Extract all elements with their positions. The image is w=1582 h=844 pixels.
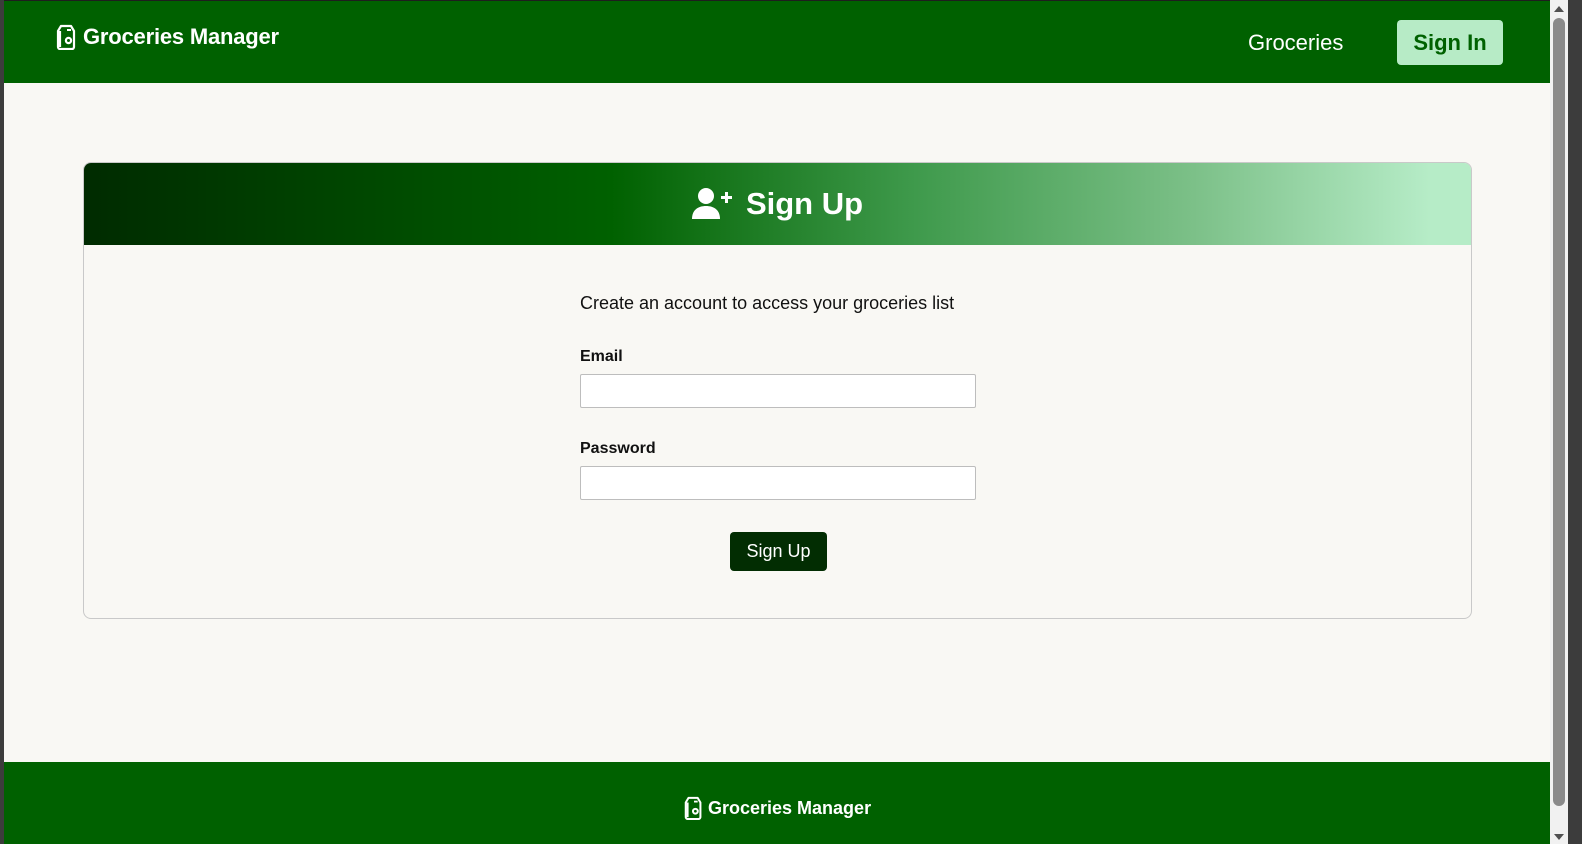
scrollbar-thumb[interactable] (1553, 18, 1565, 806)
email-field[interactable] (580, 374, 976, 408)
footer: Groceries Manager (4, 762, 1550, 844)
brand-link[interactable]: Groceries Manager (55, 24, 279, 50)
signup-card-header: Sign Up (84, 163, 1471, 245)
sign-up-submit-button[interactable]: Sign Up (730, 532, 827, 571)
footer-brand-title: Groceries Manager (708, 797, 872, 818)
signup-intro-text: Create an account to access your groceri… (580, 293, 955, 313)
nav-link-groceries[interactable]: Groceries (1248, 30, 1343, 56)
signup-card: Sign Up Create an account to access your… (83, 162, 1472, 619)
vertical-scrollbar[interactable] (1550, 0, 1568, 844)
scroll-up-arrow-icon[interactable] (1554, 6, 1564, 12)
password-label: Password (580, 440, 656, 457)
window-edge (1568, 0, 1582, 844)
grocery-bag-icon (684, 796, 702, 820)
grocery-bag-icon (56, 24, 76, 50)
scroll-down-arrow-icon[interactable] (1554, 834, 1564, 840)
sign-in-button[interactable]: Sign In (1397, 20, 1503, 65)
signup-title: Sign Up (745, 186, 864, 221)
email-label: Email (580, 348, 623, 365)
browser-viewport: Groceries Manager Groceries Sign In Sign… (4, 0, 1550, 844)
brand-title: Groceries Manager (83, 24, 279, 49)
user-plus-icon (691, 188, 732, 219)
navbar: Groceries Manager Groceries Sign In (4, 0, 1550, 83)
password-field[interactable] (580, 466, 976, 500)
footer-brand: Groceries Manager (683, 796, 871, 820)
